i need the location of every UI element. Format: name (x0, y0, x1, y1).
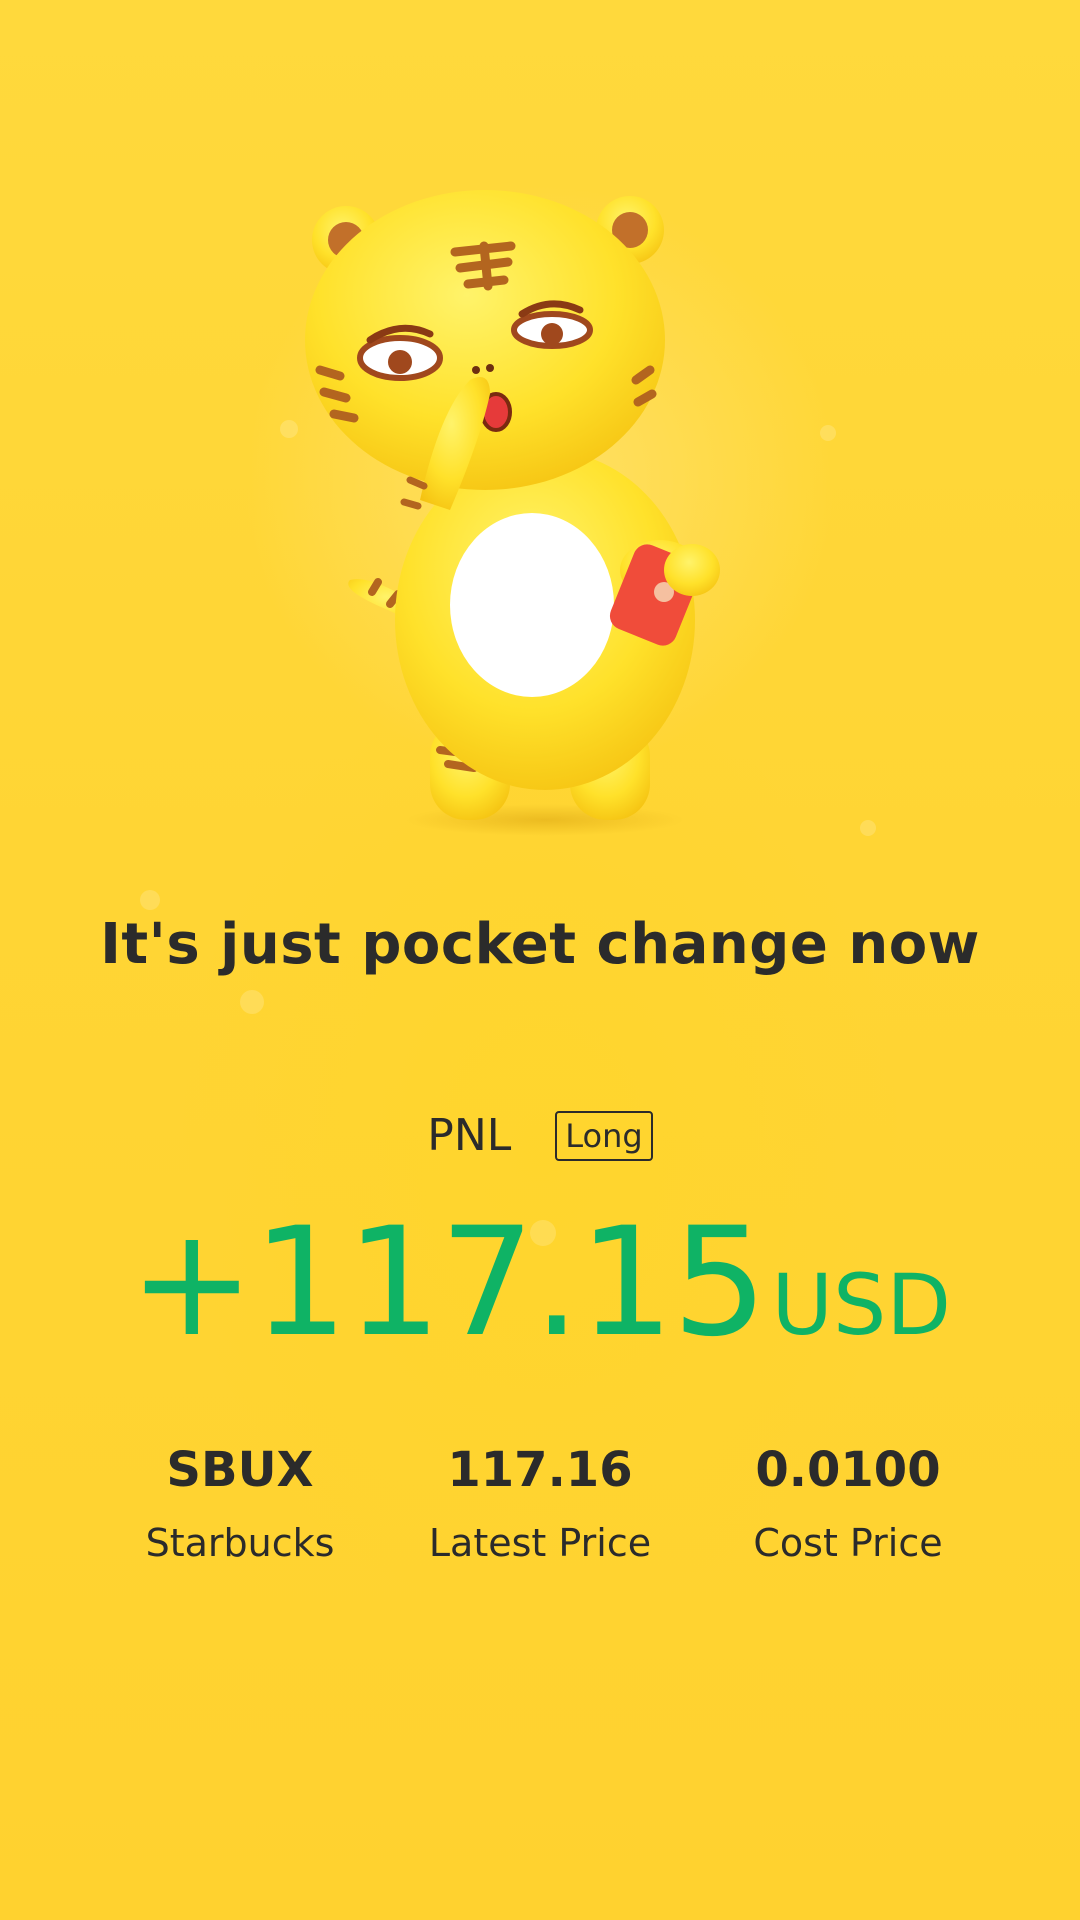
bokeh-dot (860, 820, 876, 836)
tiger-mascot-icon (305, 190, 720, 836)
bokeh-dot (820, 425, 836, 441)
stats-row: SBUX Starbucks 117.16 Latest Price 0.010… (0, 1440, 1080, 1590)
stat-value: SBUX (166, 1442, 314, 1498)
pnl-amount: +117.15 USD (0, 1208, 1080, 1358)
pnl-amount-value: +117.15 (128, 1196, 768, 1370)
stat-value: 0.0100 (755, 1442, 941, 1498)
stat-cost-price: 0.0100 Cost Price (718, 1440, 978, 1568)
stat-label: Latest Price (428, 1521, 652, 1565)
bokeh-dot (240, 990, 264, 1014)
pnl-header: PNL Long (0, 1110, 1080, 1161)
position-badge: Long (555, 1110, 653, 1161)
stat-latest-price: 117.16 Latest Price (410, 1440, 670, 1568)
stat-value: 117.16 (447, 1442, 633, 1498)
pnl-label: PNL (427, 1110, 512, 1161)
stat-label: Cost Price (753, 1521, 943, 1565)
bokeh-dot (140, 890, 160, 910)
headline: It's just pocket change now (100, 912, 980, 977)
pnl-amount-unit: USD (771, 1256, 952, 1354)
pnl-share-card: It's just pocket change now PNL Long +11… (0, 0, 1080, 1920)
stat-label: Starbucks (145, 1521, 335, 1565)
bokeh-dot (280, 420, 298, 438)
stat-symbol: SBUX Starbucks (110, 1440, 370, 1568)
